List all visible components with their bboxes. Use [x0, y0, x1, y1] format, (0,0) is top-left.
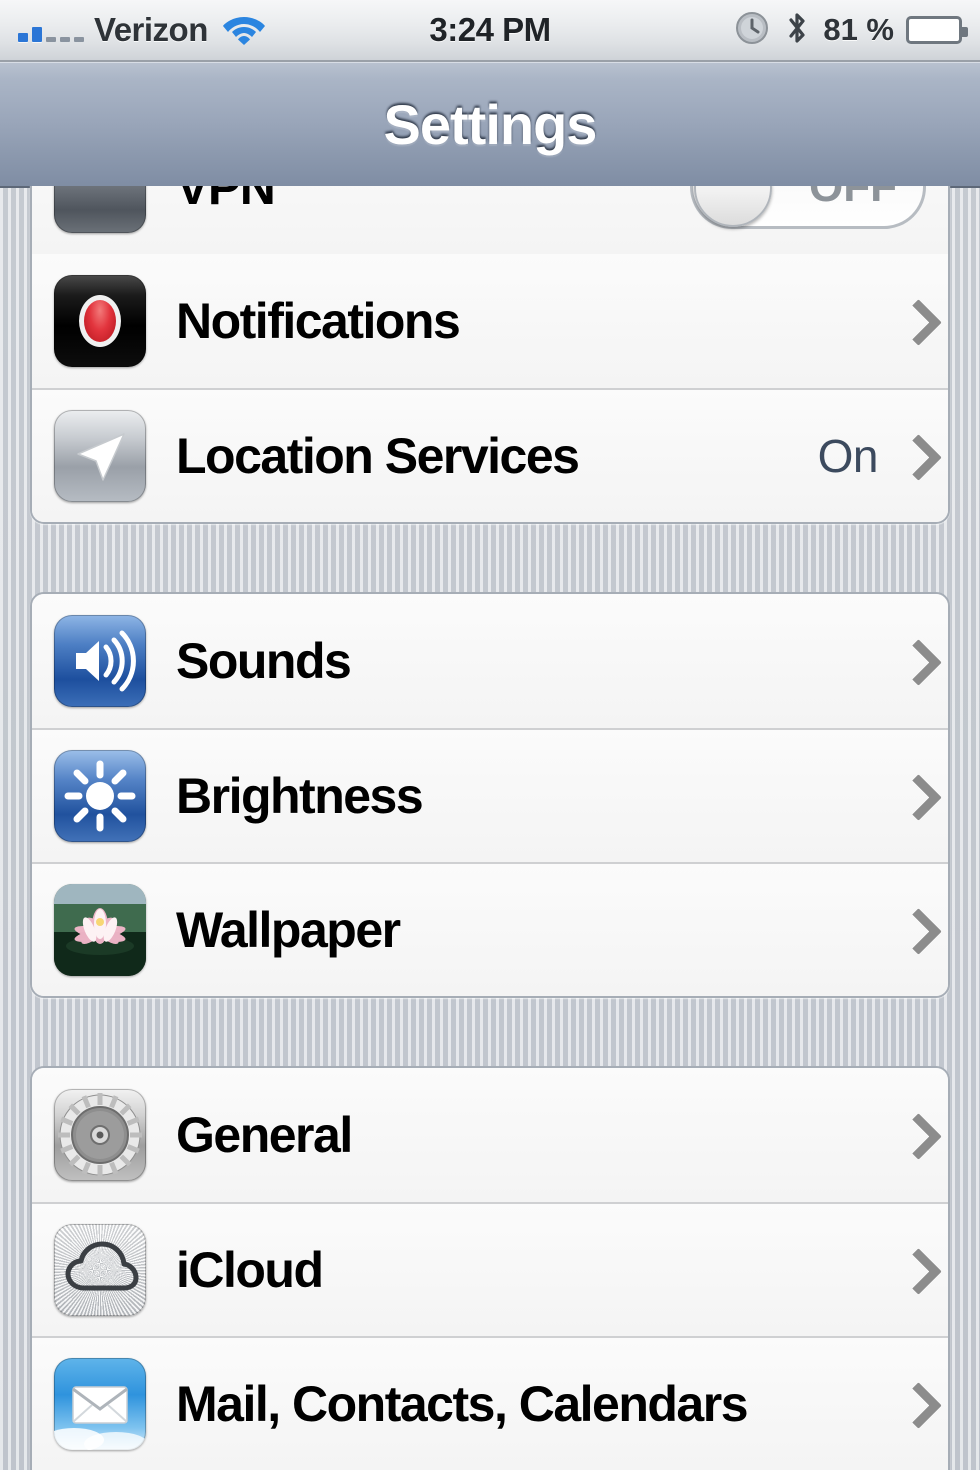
settings-group-connectivity: VPN OFF Notifications Location Services …: [30, 186, 950, 524]
status-bar-center: 3:24 PM: [429, 11, 551, 49]
bluetooth-icon: [785, 10, 809, 51]
notifications-icon: [54, 275, 146, 367]
settings-row-label: Wallpaper: [176, 902, 401, 958]
settings-row-label: Location Services: [176, 428, 580, 484]
vpn-toggle-switch[interactable]: OFF: [690, 186, 926, 229]
page-title: Settings: [383, 92, 598, 156]
settings-list[interactable]: VPN OFF Notifications Location Services …: [0, 186, 980, 1470]
status-bar: Verizon 3:24 PM 81 %: [0, 0, 980, 62]
settings-row-vpn[interactable]: VPN OFF: [32, 186, 948, 254]
chevron-right-icon: [900, 908, 926, 952]
chevron-right-icon: [900, 1248, 926, 1292]
cellular-signal-icon: [18, 18, 84, 42]
settings-row-label: Brightness: [176, 768, 424, 824]
settings-row-mail-contacts-calendars[interactable]: Mail, Contacts, Calendars: [32, 1336, 948, 1470]
settings-row-label: VPN: [176, 186, 276, 215]
chevron-right-icon: [900, 639, 926, 683]
water-lily-photo-icon: [54, 884, 146, 976]
settings-row-notifications[interactable]: Notifications: [32, 254, 948, 388]
speaker-icon: [54, 615, 146, 707]
settings-row-location-services[interactable]: Location Services On: [32, 388, 948, 522]
chevron-right-icon: [900, 774, 926, 818]
location-arrow-icon: [54, 410, 146, 502]
navigation-bar: Settings: [0, 62, 980, 188]
battery-icon: [906, 16, 968, 44]
chevron-right-icon: [900, 1113, 926, 1157]
vpn-icon: [54, 186, 146, 233]
toggle-state-label: OFF: [809, 186, 897, 211]
wifi-icon: [222, 11, 266, 50]
settings-row-label: Mail, Contacts, Calendars: [176, 1376, 749, 1432]
settings-row-value: On: [817, 430, 879, 482]
settings-row-general[interactable]: General: [32, 1068, 948, 1202]
battery-percentage: 81 %: [823, 12, 894, 47]
chevron-right-icon: [900, 1382, 926, 1426]
sun-icon: [54, 750, 146, 842]
status-bar-right: 81 %: [551, 10, 968, 51]
carrier-name: Verizon: [94, 11, 208, 48]
envelope-icon: [54, 1358, 146, 1450]
settings-row-label: Notifications: [176, 293, 461, 349]
status-bar-left: Verizon: [18, 11, 429, 50]
settings-row-wallpaper[interactable]: Wallpaper: [32, 862, 948, 996]
iphone-settings-screen: Verizon 3:24 PM 81 % Settings VPN OFF No…: [0, 0, 980, 1470]
settings-row-sounds[interactable]: Sounds: [32, 594, 948, 728]
settings-row-label: iCloud: [176, 1242, 324, 1298]
toggle-knob: [694, 186, 772, 227]
group-separator: [0, 998, 980, 1066]
cloud-icon: [54, 1224, 146, 1316]
settings-row-brightness[interactable]: Brightness: [32, 728, 948, 862]
gears-icon: [54, 1089, 146, 1181]
group-separator: [0, 524, 980, 592]
chevron-right-icon: [900, 434, 926, 478]
clock-time: 3:24 PM: [429, 11, 551, 48]
settings-row-label: Sounds: [176, 633, 352, 689]
settings-row-label: General: [176, 1107, 353, 1163]
settings-row-icloud[interactable]: iCloud: [32, 1202, 948, 1336]
settings-group-system: General iCloud Mail, Contacts, Calendars: [30, 1066, 950, 1470]
settings-group-display: Sounds Brightness Wallpaper: [30, 592, 950, 998]
alarm-clock-icon: [735, 11, 769, 50]
chevron-right-icon: [900, 299, 926, 343]
